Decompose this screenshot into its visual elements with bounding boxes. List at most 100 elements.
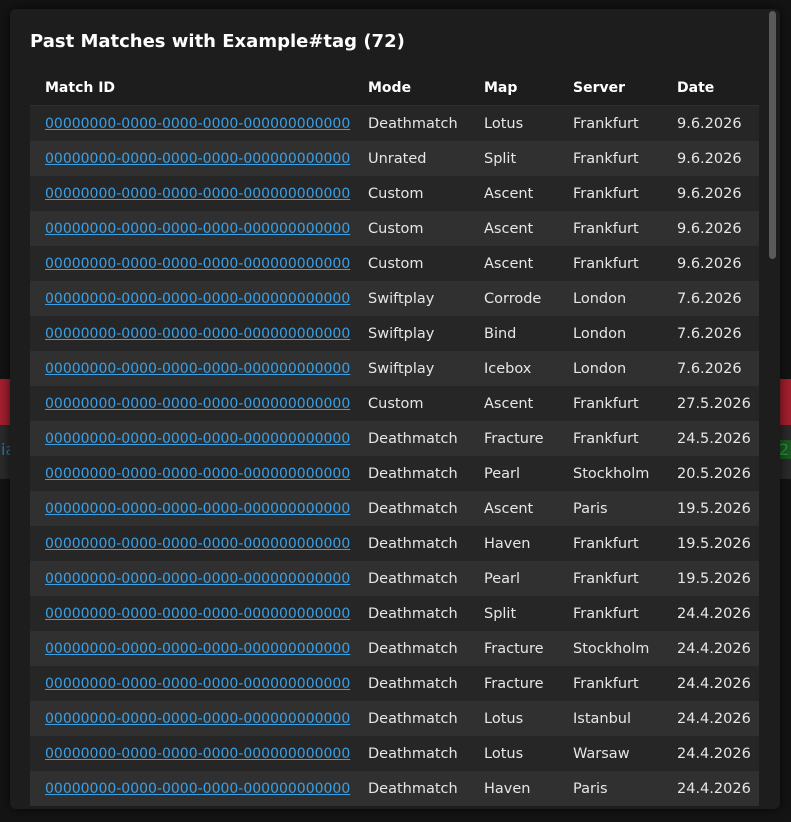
cell-date: 20.5.2026 xyxy=(662,456,759,491)
match-id-link[interactable]: 00000000-0000-0000-0000-000000000000 xyxy=(45,431,350,447)
table-row: 00000000-0000-0000-0000-000000000000 Unra… xyxy=(30,141,759,176)
cell-mode: Deathmatch xyxy=(353,491,469,526)
scrollbar-thumb[interactable] xyxy=(769,11,776,259)
table-row: 00000000-0000-0000-0000-000000000000 Cust… xyxy=(30,211,759,246)
cell-match-id: 00000000-0000-0000-0000-000000000000 xyxy=(30,666,353,701)
cell-server: London xyxy=(558,281,662,316)
cell-date: 24.5.2026 xyxy=(662,421,759,456)
cell-map: Corrode xyxy=(469,281,558,316)
match-id-link[interactable]: 00000000-0000-0000-0000-000000000000 xyxy=(45,291,350,307)
cell-match-id: 00000000-0000-0000-0000-000000000000 xyxy=(30,596,353,631)
modal-scrollbar[interactable] xyxy=(769,9,777,809)
cell-server: Frankfurt xyxy=(558,386,662,421)
cell-map: Haven xyxy=(469,771,558,806)
table-row: 00000000-0000-0000-0000-000000000000 Swif… xyxy=(30,281,759,316)
cell-match-id: 00000000-0000-0000-0000-000000000000 xyxy=(30,316,353,351)
match-id-link[interactable]: 00000000-0000-0000-0000-000000000000 xyxy=(45,221,350,237)
match-id-link[interactable]: 00000000-0000-0000-0000-000000000000 xyxy=(45,396,350,412)
cell-server: Frankfurt xyxy=(558,141,662,176)
cell-map: Split xyxy=(469,596,558,631)
cell-date: 9.6.2026 xyxy=(662,246,759,281)
cell-map: Split xyxy=(469,141,558,176)
cell-server: Frankfurt xyxy=(558,526,662,561)
cell-server: London xyxy=(558,316,662,351)
cell-server: Frankfurt xyxy=(558,561,662,596)
match-id-link[interactable]: 00000000-0000-0000-0000-000000000000 xyxy=(45,151,350,167)
cell-server: Frankfurt xyxy=(558,211,662,246)
match-id-link[interactable]: 00000000-0000-0000-0000-000000000000 xyxy=(45,606,350,622)
cell-match-id: 00000000-0000-0000-0000-000000000000 xyxy=(30,561,353,596)
cell-mode: Deathmatch xyxy=(353,596,469,631)
cell-map: Bind xyxy=(469,316,558,351)
match-id-link[interactable]: 00000000-0000-0000-0000-000000000000 xyxy=(45,781,350,797)
cell-mode: Deathmatch xyxy=(353,105,469,141)
table-row: 00000000-0000-0000-0000-000000000000 Cust… xyxy=(30,246,759,281)
match-id-link[interactable]: 00000000-0000-0000-0000-000000000000 xyxy=(45,711,350,727)
table-header-row: Match ID Mode Map Server Date xyxy=(30,71,759,106)
cell-server: Warsaw xyxy=(558,736,662,771)
table-row: 00000000-0000-0000-0000-000000000000 Cust… xyxy=(30,176,759,211)
cell-map: Haven xyxy=(469,526,558,561)
match-id-link[interactable]: 00000000-0000-0000-0000-000000000000 xyxy=(45,116,350,132)
header-mode: Mode xyxy=(353,71,469,106)
match-id-link[interactable]: 00000000-0000-0000-0000-000000000000 xyxy=(45,571,350,587)
cell-date: 19.5.2026 xyxy=(662,491,759,526)
table-row: 00000000-0000-0000-0000-000000000000 Deat… xyxy=(30,421,759,456)
header-match-id: Match ID xyxy=(30,71,353,106)
cell-date: 19.5.2026 xyxy=(662,561,759,596)
table-row: 00000000-0000-0000-0000-000000000000 Swif… xyxy=(30,351,759,386)
cell-server: Stockholm xyxy=(558,456,662,491)
match-id-link[interactable]: 00000000-0000-0000-0000-000000000000 xyxy=(45,501,350,517)
cell-map: Fracture xyxy=(469,666,558,701)
modal-title: Past Matches with Example#tag (72) xyxy=(30,31,405,52)
header-date: Date xyxy=(662,71,759,106)
match-id-link[interactable]: 00000000-0000-0000-0000-000000000000 xyxy=(45,746,350,762)
cell-map: Ascent xyxy=(469,211,558,246)
cell-date: 9.6.2026 xyxy=(662,105,759,141)
cell-date: 9.6.2026 xyxy=(662,141,759,176)
cell-match-id: 00000000-0000-0000-0000-000000000000 xyxy=(30,771,353,806)
cell-date: 24.4.2026 xyxy=(662,771,759,806)
cell-mode: Deathmatch xyxy=(353,701,469,736)
table-row: 00000000-0000-0000-0000-000000000000 Deat… xyxy=(30,736,759,771)
match-id-link[interactable]: 00000000-0000-0000-0000-000000000000 xyxy=(45,641,350,657)
match-id-link[interactable]: 00000000-0000-0000-0000-000000000000 xyxy=(45,256,350,272)
header-server: Server xyxy=(558,71,662,106)
cell-mode: Deathmatch xyxy=(353,456,469,491)
cell-match-id: 00000000-0000-0000-0000-000000000000 xyxy=(30,176,353,211)
match-id-link[interactable]: 00000000-0000-0000-0000-000000000000 xyxy=(45,676,350,692)
cell-date: 24.4.2026 xyxy=(662,666,759,701)
table-row: 00000000-0000-0000-0000-000000000000 Deat… xyxy=(30,631,759,666)
cell-mode: Swiftplay xyxy=(353,316,469,351)
cell-map: Pearl xyxy=(469,561,558,596)
cell-server: Frankfurt xyxy=(558,666,662,701)
match-id-link[interactable]: 00000000-0000-0000-0000-000000000000 xyxy=(45,466,350,482)
matches-table-container[interactable]: Match ID Mode Map Server Date 00000000-0… xyxy=(30,71,759,809)
cell-date: 7.6.2026 xyxy=(662,281,759,316)
cell-map: Ascent xyxy=(469,176,558,211)
cell-server: Istanbul xyxy=(558,701,662,736)
table-row: 00000000-0000-0000-0000-000000000000 Deat… xyxy=(30,526,759,561)
matches-table: Match ID Mode Map Server Date 00000000-0… xyxy=(30,71,759,806)
match-id-link[interactable]: 00000000-0000-0000-0000-000000000000 xyxy=(45,186,350,202)
cell-server: Frankfurt xyxy=(558,421,662,456)
cell-map: Lotus xyxy=(469,701,558,736)
match-id-link[interactable]: 00000000-0000-0000-0000-000000000000 xyxy=(45,326,350,342)
cell-date: 27.5.2026 xyxy=(662,386,759,421)
cell-mode: Deathmatch xyxy=(353,421,469,456)
cell-server: Frankfurt xyxy=(558,105,662,141)
cell-mode: Deathmatch xyxy=(353,771,469,806)
cell-server: Frankfurt xyxy=(558,246,662,281)
match-id-link[interactable]: 00000000-0000-0000-0000-000000000000 xyxy=(45,536,350,552)
cell-date: 24.4.2026 xyxy=(662,596,759,631)
cell-server: London xyxy=(558,351,662,386)
cell-date: 24.4.2026 xyxy=(662,701,759,736)
cell-mode: Unrated xyxy=(353,141,469,176)
table-row: 00000000-0000-0000-0000-000000000000 Deat… xyxy=(30,105,759,141)
cell-map: Fracture xyxy=(469,421,558,456)
cell-server: Frankfurt xyxy=(558,176,662,211)
cell-match-id: 00000000-0000-0000-0000-000000000000 xyxy=(30,281,353,316)
cell-mode: Custom xyxy=(353,176,469,211)
match-id-link[interactable]: 00000000-0000-0000-0000-000000000000 xyxy=(45,361,350,377)
cell-map: Ascent xyxy=(469,246,558,281)
